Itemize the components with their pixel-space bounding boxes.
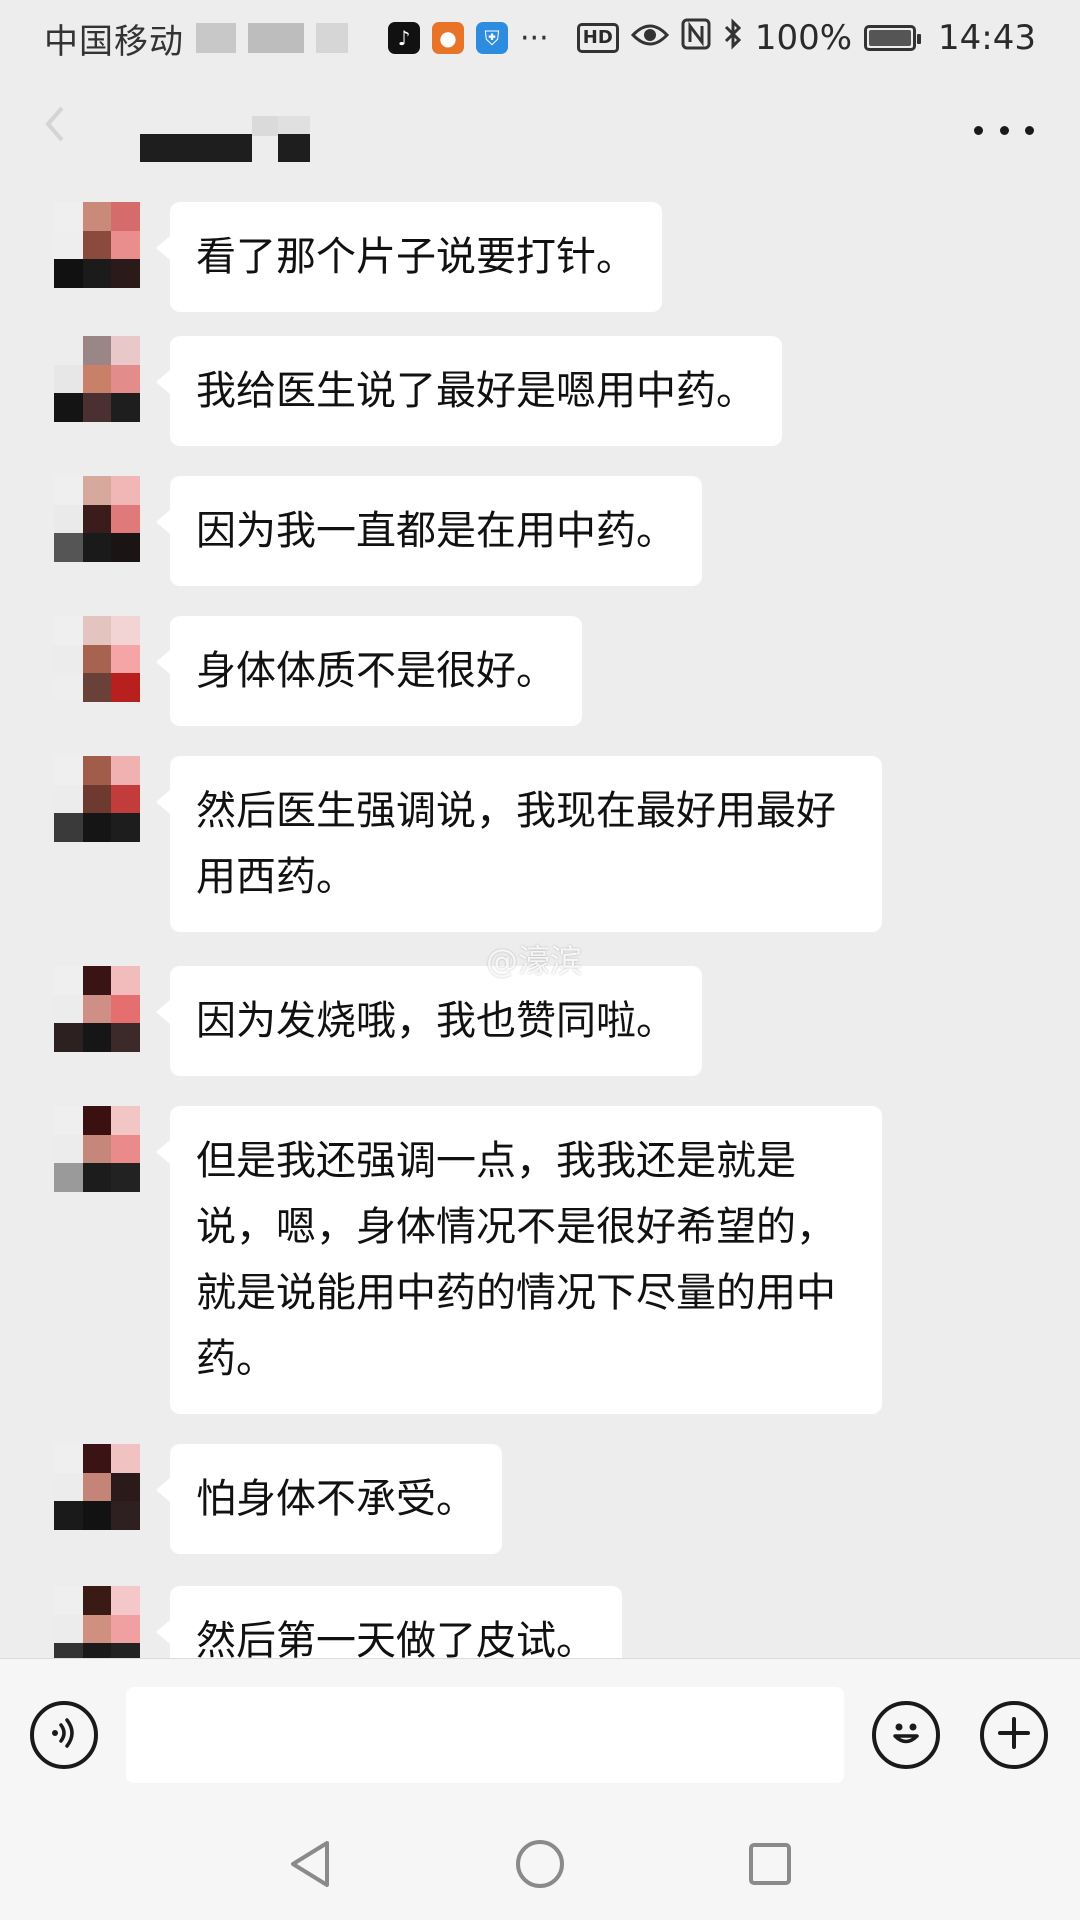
avatar[interactable] [54,476,140,562]
chat-title-redacted [140,116,310,164]
avatar[interactable] [54,1106,140,1192]
battery-percent: 100% [754,18,853,58]
eye-icon [630,18,669,58]
nav-back-icon [287,1839,333,1893]
message-text: 看了那个片子说要打针。 [196,234,636,280]
message-bubble[interactable]: 但是我还强调一点，我我还是就是说，嗯，身体情况不是很好希望的，就是说能用中药的情… [156,1106,882,1414]
avatar[interactable] [54,336,140,422]
chat-screen: 中国移动 ♪ ● ⛨ ··· HD 100% 14:43 看了那个片子说要打针。… [0,0,1080,1920]
nav-recent-icon [747,1841,793,1891]
hd-badge: HD [576,23,619,53]
nav-home-button[interactable] [512,1838,568,1894]
message-input[interactable] [126,1687,844,1783]
message-bubble[interactable]: 因为我一直都是在用中药。 [156,476,702,586]
shield-icon: ⛨ [476,22,508,54]
status-right: HD 100% 14:43 [576,17,1036,59]
status-left: 中国移动 ♪ ● ⛨ ··· [44,14,549,63]
bluetooth-icon [723,17,743,59]
avatar[interactable] [54,1444,140,1530]
message-text: 因为我一直都是在用中药。 [196,508,676,554]
message-text: 因为发烧哦，我也赞同啦。 [196,998,676,1044]
more-dot [999,125,1009,135]
more-dot [1025,125,1034,135]
battery-icon [864,25,922,51]
redacted-block [196,23,236,53]
message-bubble[interactable]: 因为发烧哦，我也赞同啦。 [156,966,702,1076]
avatar[interactable] [54,1586,140,1658]
avatar[interactable] [54,202,140,288]
message-text: 身体体质不是很好。 [196,648,556,694]
nfc-icon [681,18,711,59]
emoji-button[interactable] [872,1701,940,1769]
message-bubble[interactable]: 然后医生强调说，我现在最好用最好用西药。 [156,756,882,932]
input-bar [0,1658,1080,1809]
chat-header [0,76,1080,196]
avatar[interactable] [54,756,140,842]
more-button[interactable] [974,106,1034,154]
message-bubble[interactable]: 然后第一天做了皮试。 [156,1586,622,1658]
system-nav-bar [0,1808,1080,1920]
message-bubble[interactable]: 身体体质不是很好。 [156,616,582,726]
nav-back-button[interactable] [282,1838,338,1894]
carrier-label: 中国移动 [44,21,184,62]
message-bubble[interactable]: 我给医生说了最好是嗯用中药。 [156,336,782,446]
back-icon[interactable] [40,104,80,164]
message-text: 我给医生说了最好是嗯用中药。 [196,368,756,414]
message-bubble[interactable]: 怕身体不承受。 [156,1444,502,1554]
message-text: 然后第一天做了皮试。 [196,1618,596,1658]
voice-button[interactable] [30,1701,98,1769]
nav-home-icon [514,1838,566,1894]
emoji-icon [884,1711,928,1759]
message-bubble[interactable]: 看了那个片子说要打针。 [156,202,662,312]
plus-button[interactable] [980,1701,1048,1769]
plus-icon [994,1713,1034,1757]
nav-recent-button[interactable] [742,1838,798,1894]
voice-icon [47,1716,81,1754]
avatar[interactable] [54,616,140,702]
watermark: @濠滨 [486,942,583,980]
more-dots-icon [974,125,983,135]
message-text: 怕身体不承受。 [196,1476,476,1522]
fox-icon: ● [432,22,464,54]
message-text: 然后医生强调说，我现在最好用最好用西药。 [196,788,836,900]
clock: 14:43 [938,18,1036,58]
message-text: 但是我还强调一点，我我还是就是说，嗯，身体情况不是很好希望的，就是说能用中药的情… [196,1138,836,1382]
message-list[interactable]: 看了那个片子说要打针。 我给医生说了最好是嗯用中药。 因为我一直都是在用中药。 [0,196,1080,1658]
tiktok-icon: ♪ [388,22,420,54]
more-dots-icon: ··· [520,20,549,56]
redacted-block [316,23,348,53]
redacted-block [248,23,304,53]
status-bar: 中国移动 ♪ ● ⛨ ··· HD 100% 14:43 [0,0,1080,76]
avatar[interactable] [54,966,140,1052]
